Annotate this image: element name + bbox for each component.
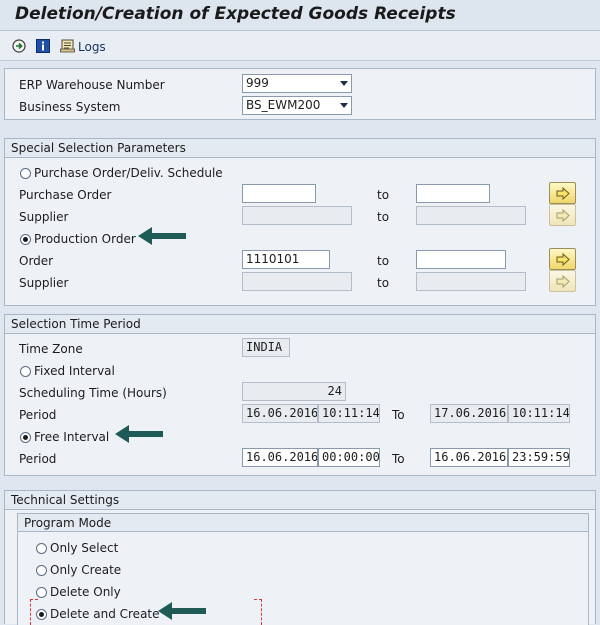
arrow-right-icon	[556, 209, 570, 222]
technical-settings-panel: Technical Settings Program Mode Only Sel…	[4, 490, 596, 625]
purchase-order-label: Purchase Order	[19, 188, 112, 202]
order-from-input[interactable]: 1110101	[242, 250, 330, 269]
only-create-label[interactable]: Only Create	[50, 563, 121, 577]
arrow-right-icon	[556, 253, 570, 266]
time-zone-field: INDIA	[242, 338, 290, 357]
fixed-interval-label[interactable]: Fixed Interval	[34, 364, 115, 378]
title-bar: Deletion/Creation of Expected Goods Rece…	[0, 0, 600, 31]
delete-only-radio[interactable]	[36, 587, 47, 598]
program-mode-group: Program Mode Only Select Only Create Del…	[17, 513, 589, 625]
selection-time-title: Selection Time Period	[11, 317, 141, 331]
special-selection-title: Special Selection Parameters	[11, 141, 186, 155]
to-label: To	[392, 452, 405, 466]
fixed-from-date: 16.06.2016	[242, 404, 318, 423]
free-to-time-input[interactable]: 23:59:59	[508, 448, 570, 467]
annotation-arrow-icon	[138, 227, 186, 245]
po-radio[interactable]	[20, 168, 31, 179]
supplier-to-input	[416, 272, 526, 291]
only-select-label[interactable]: Only Select	[50, 541, 118, 555]
fixed-interval-radio[interactable]	[20, 366, 31, 377]
focus-marker	[254, 599, 262, 625]
program-mode-header: Program Mode	[18, 514, 588, 532]
to-label: to	[377, 276, 390, 290]
multiple-selection-button	[549, 270, 576, 292]
chevron-down-icon[interactable]	[340, 103, 348, 108]
delete-only-label[interactable]: Delete Only	[50, 585, 121, 599]
multiple-selection-button[interactable]	[549, 182, 576, 204]
fixed-from-time: 10:11:14	[318, 404, 380, 423]
delete-and-create-radio[interactable]	[36, 609, 47, 620]
business-system-value: BS_EWM200	[246, 98, 321, 112]
supplier-from-input	[242, 206, 352, 225]
multiple-selection-button	[549, 204, 576, 226]
only-create-radio[interactable]	[36, 565, 47, 576]
annotation-arrow-icon	[158, 602, 206, 620]
arrow-right-icon	[556, 275, 570, 288]
info-icon[interactable]	[36, 39, 50, 56]
special-selection-header: Special Selection Parameters	[5, 139, 595, 158]
logs-button[interactable]: Logs	[78, 40, 106, 54]
to-label: to	[377, 188, 390, 202]
free-to-date-input[interactable]: 16.06.2016	[430, 448, 508, 467]
supplier-label: Supplier	[19, 276, 69, 290]
po-radio-label[interactable]: Purchase Order/Deliv. Schedule	[34, 166, 223, 180]
execute-icon[interactable]	[12, 39, 26, 56]
selection-time-panel: Selection Time Period Time Zone INDIA Fi…	[4, 314, 596, 476]
annotation-arrow-icon	[115, 425, 163, 443]
free-interval-label[interactable]: Free Interval	[34, 430, 109, 444]
production-order-radio[interactable]	[20, 234, 31, 245]
technical-settings-title: Technical Settings	[11, 493, 120, 507]
arrow-right-icon	[556, 187, 570, 200]
supplier-from-input	[242, 272, 352, 291]
technical-settings-header: Technical Settings	[5, 491, 595, 510]
production-order-radio-label[interactable]: Production Order	[34, 232, 136, 246]
free-interval-radio[interactable]	[20, 432, 31, 443]
free-from-time-input[interactable]: 00:00:00	[318, 448, 380, 467]
selection-time-header: Selection Time Period	[5, 315, 595, 334]
warehouse-value: 999	[246, 76, 269, 90]
scheduling-time-field: 24	[242, 382, 346, 401]
logs-icon[interactable]	[60, 39, 75, 56]
to-label: to	[377, 210, 390, 224]
page-title: Deletion/Creation of Expected Goods Rece…	[15, 4, 456, 24]
free-from-date-input[interactable]: 16.06.2016	[242, 448, 318, 467]
program-mode-title: Program Mode	[24, 516, 112, 530]
warehouse-label: ERP Warehouse Number	[19, 78, 165, 92]
period-label: Period	[19, 408, 57, 422]
supplier-label: Supplier	[19, 210, 69, 224]
scheduling-time-label: Scheduling Time (Hours)	[19, 386, 167, 400]
application-toolbar: Logs	[0, 31, 600, 61]
fixed-to-date: 17.06.2016	[430, 404, 508, 423]
delete-and-create-label[interactable]: Delete and Create	[50, 607, 160, 621]
general-parameters-panel: ERP Warehouse Number 999 Business System…	[4, 68, 596, 120]
to-label: to	[377, 254, 390, 268]
chevron-down-icon[interactable]	[340, 81, 348, 86]
only-select-radio[interactable]	[36, 543, 47, 554]
special-selection-panel: Special Selection Parameters Purchase Or…	[4, 138, 596, 306]
purchase-order-from-input[interactable]	[242, 184, 316, 203]
period-label: Period	[19, 452, 57, 466]
purchase-order-to-input[interactable]	[416, 184, 490, 203]
fixed-to-time: 10:11:14	[508, 404, 570, 423]
multiple-selection-button[interactable]	[549, 248, 576, 270]
business-system-label: Business System	[19, 100, 121, 114]
order-label: Order	[19, 254, 54, 268]
time-zone-label: Time Zone	[19, 342, 83, 356]
supplier-to-input	[416, 206, 526, 225]
to-label: To	[392, 408, 405, 422]
order-to-input[interactable]	[416, 250, 506, 269]
warehouse-dropdown[interactable]: 999	[242, 74, 352, 93]
business-system-dropdown[interactable]: BS_EWM200	[242, 96, 352, 115]
